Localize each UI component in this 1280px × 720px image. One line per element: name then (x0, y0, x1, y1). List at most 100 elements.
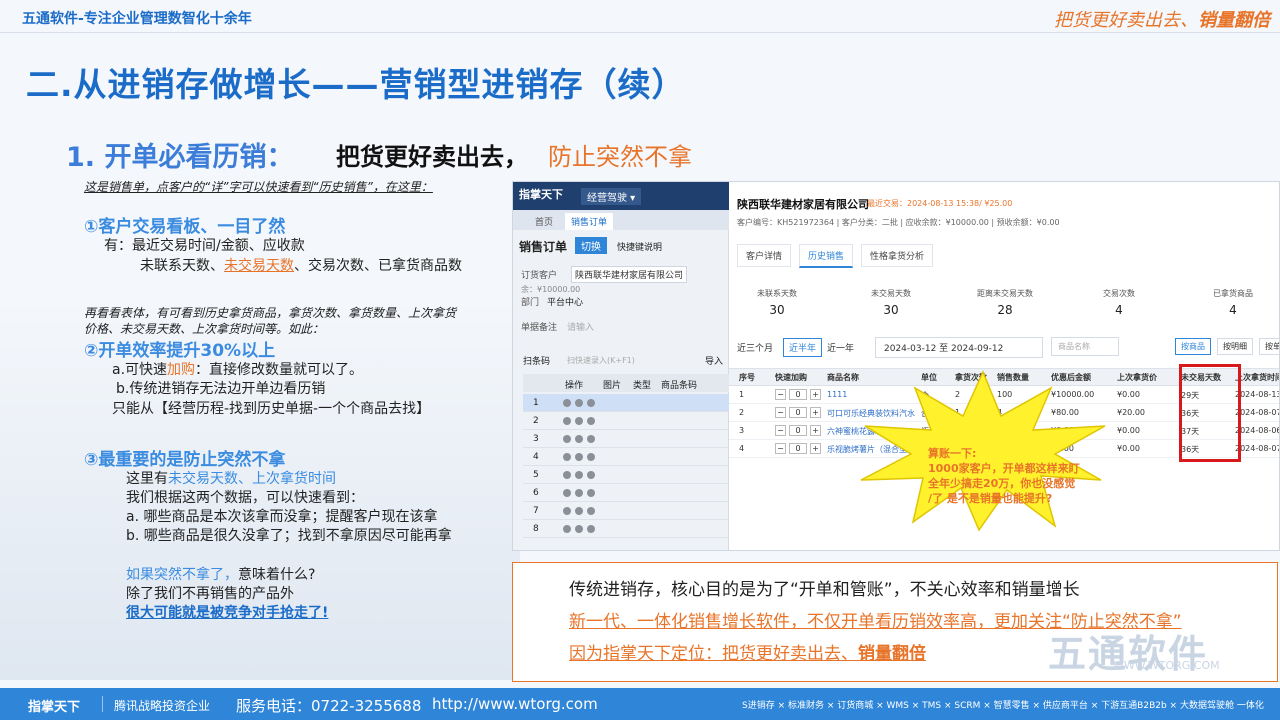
qty-plus-button[interactable]: + (810, 389, 821, 400)
row-action-icon[interactable] (575, 507, 583, 515)
row-action-icon[interactable] (575, 399, 583, 407)
left-row-number: 3 (533, 434, 539, 444)
customer-info: 客户编号：KH521972364 | 客户分类：二批 | 应收余款：¥10000… (737, 218, 1060, 227)
summary-line3b: 销量翻倍 (858, 644, 926, 664)
btn-by-detail[interactable]: 按明细 (1217, 338, 1253, 355)
dept-value[interactable]: 平台中心 (547, 295, 583, 308)
row-action-icon[interactable] (563, 417, 571, 425)
qty-input[interactable]: 0 (789, 443, 807, 454)
row-action-icon[interactable] (587, 399, 595, 407)
history-cell-name[interactable]: 1111 (827, 390, 847, 399)
qty-input[interactable]: 0 (789, 407, 807, 418)
stat-label: 交易次数 (1103, 289, 1135, 298)
row-action-icon[interactable] (587, 489, 595, 497)
left-row-number: 8 (533, 524, 539, 534)
qty-minus-button[interactable]: − (775, 389, 786, 400)
qty-minus-button[interactable]: − (775, 425, 786, 436)
callout-text: 算账一下: 1000家客户，开单都这样来盯 全年少搞走20万，你也没感觉 /了 … (928, 446, 1080, 506)
section1-line2b: 未交易天数 (224, 258, 294, 274)
row-action-icon[interactable] (563, 507, 571, 515)
row-action-icon[interactable] (575, 435, 583, 443)
remark-input[interactable]: 请输入 (567, 320, 594, 333)
shortcut-help[interactable]: 快捷键说明 (617, 240, 662, 253)
qty-input[interactable]: 0 (789, 425, 807, 436)
row-action-icon[interactable] (563, 489, 571, 497)
header-divider (0, 32, 1280, 33)
row-action-icon[interactable] (575, 525, 583, 533)
section3-line2: 我们根据这两个数据，可以快速看到： (126, 490, 364, 506)
tab-sales-order[interactable]: 销售订单 (565, 213, 614, 230)
dept-label: 部门 (521, 298, 540, 308)
qty-plus-button[interactable]: + (810, 425, 821, 436)
row-action-icon[interactable] (575, 471, 583, 479)
row-action-icon[interactable] (587, 471, 595, 479)
tab-customer-detail[interactable]: 客户详情 (737, 244, 792, 267)
section2-a3: ：直接修改数量就可以了。 (195, 362, 364, 378)
qty-plus-button[interactable]: + (810, 407, 821, 418)
stat-label: 距离未交易天数 (977, 289, 1033, 298)
qty-minus-button[interactable]: − (775, 443, 786, 454)
switch-button[interactable]: 切换 (575, 237, 607, 254)
row-action-icon[interactable] (587, 525, 595, 533)
filter-6m[interactable]: 近半年 (783, 338, 823, 357)
section3-l1b: 未交易天数、上次拿货时间 (168, 471, 336, 487)
left-row-number: 7 (533, 506, 539, 516)
row-action-icon[interactable] (575, 453, 583, 461)
summary-box: 五通软件 WWW.WTORG.COM 传统进销存，核心目的是为了“开单和管账”，… (512, 562, 1278, 682)
qty-plus-button[interactable]: + (810, 443, 821, 454)
tab-history-sales[interactable]: 历史销售 (799, 244, 854, 268)
stat-label: 未联系天数 (757, 289, 797, 298)
history-cell-price: ¥0.00 (1117, 426, 1140, 435)
stat-label: 已拿货商品 (1213, 289, 1253, 298)
left-row-number: 6 (533, 488, 539, 498)
row-action-icon[interactable] (563, 471, 571, 479)
section1-line1: 有：最近交易时间/金额、应收款 (104, 238, 305, 254)
section3-line4: b. 哪些商品是很久没拿了；找到不拿原因尽可能再拿 (126, 528, 452, 544)
qty-input[interactable]: 0 (789, 389, 807, 400)
filter-3m[interactable]: 近三个月 (737, 341, 773, 354)
product-search-input[interactable]: 商品名称 (1051, 337, 1119, 356)
btn-by-bill[interactable]: 按单据 (1259, 338, 1279, 355)
row-action-icon[interactable] (587, 435, 595, 443)
customer-select[interactable]: 陕西联华建材家居有限公司 (571, 266, 688, 283)
history-th: 序号 (739, 373, 755, 382)
highlight-box (1179, 364, 1241, 462)
subtitle-heading: 1. 开单必看历销： (66, 142, 294, 173)
row-action-icon[interactable] (587, 453, 595, 461)
row-action-icon[interactable] (587, 417, 595, 425)
footer-url[interactable]: http://www.wtorg.com (432, 695, 598, 713)
header-slogan-bold: 销量翻倍 (1198, 10, 1270, 31)
footer-products: S进销存 × 标准财务 × 订货商城 × WMS × TMS × SCRM × … (742, 701, 1264, 711)
scan-input[interactable]: 扫快速录入(K+F1) (567, 355, 635, 366)
history-cell-no: 4 (739, 444, 745, 453)
history-cell-date: 2024-08-06 (1235, 426, 1280, 435)
row-action-icon[interactable] (575, 489, 583, 497)
left-row-number: 1 (533, 398, 539, 408)
header-slogan: 把货更好卖出去、销量翻倍 (1054, 6, 1270, 32)
row-action-icon[interactable] (563, 525, 571, 533)
tab-home[interactable]: 首页 (535, 215, 553, 228)
row-action-icon[interactable] (563, 453, 571, 461)
scan-button[interactable]: 扫条码 (523, 354, 550, 367)
import-button[interactable]: 导入 (705, 354, 723, 367)
summary-line2: 新一代、一体化销售增长软件，不仅开单看历销效率高，更加关注“防止突然不拿” (569, 612, 1182, 632)
filter-1y[interactable]: 近一年 (827, 341, 854, 354)
tab-buying-analysis[interactable]: 性格拿货分析 (861, 244, 934, 267)
stat-label: 未交易天数 (871, 289, 911, 298)
left-th-type: 类型 (633, 381, 652, 391)
qty-minus-button[interactable]: − (775, 407, 786, 418)
left-th-barcode: 商品条码 (661, 381, 698, 391)
date-range-picker[interactable]: 2024-03-12 至 2024-09-12 (875, 337, 1043, 358)
btn-by-product[interactable]: 按商品 (1175, 338, 1211, 355)
app-menu-dropdown[interactable]: 经营驾驶 ▾ (581, 188, 642, 205)
row-action-icon[interactable] (575, 417, 583, 425)
row-action-icon[interactable] (587, 507, 595, 515)
section1-line2a: 未联系天数、 (140, 258, 224, 274)
section2-title: ②开单效率提升30%以上 (84, 341, 276, 361)
section2-c: 只能从【经营历程-找到历史单据-一个个商品去找】 (112, 401, 431, 417)
history-cell-date: 2024-08-07 (1235, 408, 1280, 417)
stat-value: 4 (1229, 303, 1237, 317)
row-action-icon[interactable] (563, 399, 571, 407)
section4-l1a: 如果突然不拿了， (126, 567, 238, 583)
row-action-icon[interactable] (563, 435, 571, 443)
